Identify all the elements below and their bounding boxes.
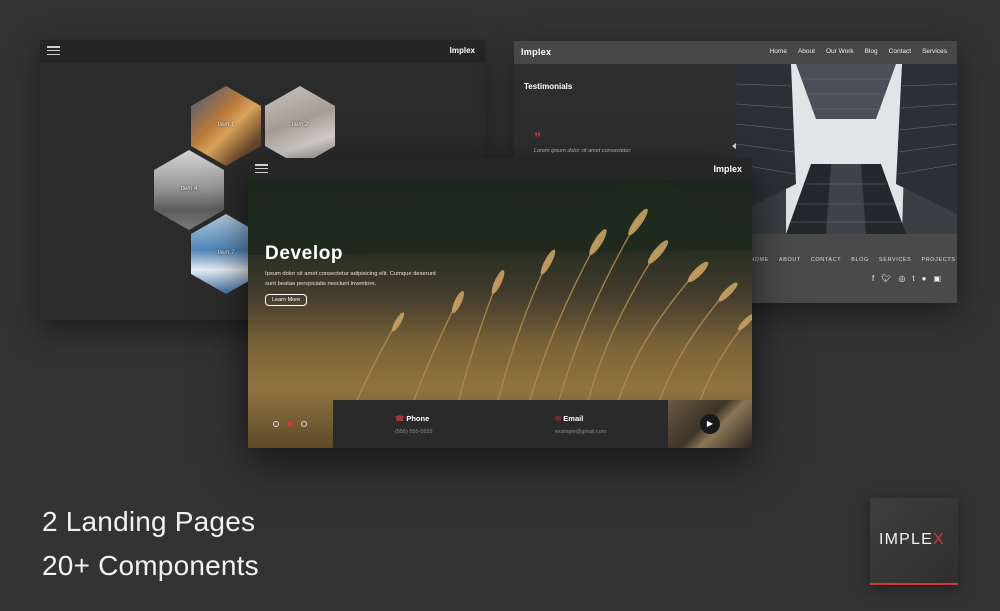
slider-dot-3[interactable] <box>301 421 307 427</box>
footer-link-about[interactable]: ABOUT <box>779 257 801 263</box>
footer-links: HOME ABOUT CONTACT BLOG SERVICES PROJECT… <box>750 257 956 263</box>
hex-item-label: Item 2 <box>291 122 309 128</box>
learn-more-button[interactable]: Learn More <box>265 294 308 306</box>
email-icon: ✉︎ <box>555 414 562 423</box>
email-value[interactable]: example@gmail.com <box>555 429 606 435</box>
hex-item-1[interactable]: Item 1 <box>191 86 261 166</box>
nav-link-our-work[interactable]: Our Work <box>826 48 854 55</box>
hex-item-4[interactable]: Item 4 <box>154 150 224 230</box>
logo-text: IMPLEX <box>879 531 945 549</box>
mockup-navbar: Implex <box>248 158 752 180</box>
hex-item-label: Item 1 <box>217 122 235 128</box>
nav-links: Home About Our Work Blog Contact Service… <box>770 48 947 55</box>
footer-link-projects[interactable]: PROJECTS <box>921 257 955 263</box>
footer-link-services[interactable]: SERVICES <box>879 257 912 263</box>
testimonial-quote: Lorem ipsum dolor sit amet consectetur. <box>534 148 632 154</box>
nav-link-contact[interactable]: Contact <box>889 48 911 55</box>
brand-logo[interactable]: Implex <box>713 164 742 174</box>
section-title: Testimonials <box>524 82 573 91</box>
implex-logo: IMPLEX <box>870 498 958 585</box>
slider-dot-2[interactable] <box>287 421 293 427</box>
hamburger-menu-icon[interactable] <box>47 46 60 56</box>
mockup-navbar: Implex Home About Our Work Blog Contact … <box>514 41 957 64</box>
hex-item-label: Item 4 <box>180 186 198 192</box>
slider-dots <box>273 421 307 427</box>
phone-label: Phone <box>406 414 430 423</box>
slider-dot-1[interactable] <box>273 421 279 427</box>
apple-icon[interactable]: ● <box>922 274 927 283</box>
footer-link-home[interactable]: HOME <box>750 257 769 263</box>
mockup-hero-landing: Implex Develop Ipsum dolor sit amet cons… <box>248 158 752 448</box>
play-icon[interactable]: ▶ <box>700 414 720 434</box>
facebook-icon[interactable]: f <box>872 274 874 283</box>
twitch-icon[interactable]: ▣ <box>933 274 941 283</box>
hero-subtitle: Ipsum dolor sit amet consectetur adipisi… <box>265 271 436 287</box>
hero-title: Develop <box>265 243 344 264</box>
hex-item-2[interactable]: Item 2 <box>265 86 335 166</box>
logo-text-accent: X <box>933 531 945 548</box>
brand-logo[interactable]: Implex <box>521 47 551 57</box>
tagline-landing-pages: 2 Landing Pages <box>42 506 256 537</box>
skyscraper-illustration <box>736 64 957 234</box>
building-photo <box>736 64 957 234</box>
logo-text-main: IMPLE <box>879 531 934 548</box>
hamburger-menu-icon[interactable] <box>255 164 268 174</box>
mockup-navbar: Implex <box>40 40 485 62</box>
twitter-icon[interactable]: 🐦︎ <box>881 274 891 283</box>
contact-strip: ☎︎ Phone (555) 555-5555 ✉︎ Email example@g… <box>333 400 668 448</box>
tagline-components: 20+ Components <box>42 550 259 581</box>
quote-icon: ” <box>534 129 541 145</box>
phone-icon: ☎︎ <box>395 414 405 423</box>
nav-link-home[interactable]: Home <box>770 48 787 55</box>
nav-link-services[interactable]: Services <box>922 48 947 55</box>
brand-logo[interactable]: Implex <box>450 46 475 55</box>
tumblr-icon[interactable]: t <box>912 274 914 283</box>
email-label: Email <box>563 414 584 423</box>
contact-email: ✉︎ Email example@gmail.com <box>555 414 606 435</box>
nav-link-blog[interactable]: Blog <box>865 48 878 55</box>
phone-value[interactable]: (555) 555-5555 <box>395 429 433 435</box>
video-thumbnail[interactable]: ▶ <box>668 400 752 448</box>
footer: HOME ABOUT CONTACT BLOG SERVICES PROJECT… <box>736 234 957 303</box>
nav-link-about[interactable]: About <box>798 48 815 55</box>
hero-section: Develop Ipsum dolor sit amet consectetur… <box>248 180 752 448</box>
footer-link-contact[interactable]: CONTACT <box>811 257 841 263</box>
footer-link-blog[interactable]: BLOG <box>851 257 869 263</box>
instagram-icon[interactable]: ◎ <box>898 274 905 283</box>
social-icons: f 🐦︎ ◎ t ● ▣ <box>872 274 941 283</box>
contact-phone: ☎︎ Phone (555) 555-5555 <box>395 414 433 435</box>
